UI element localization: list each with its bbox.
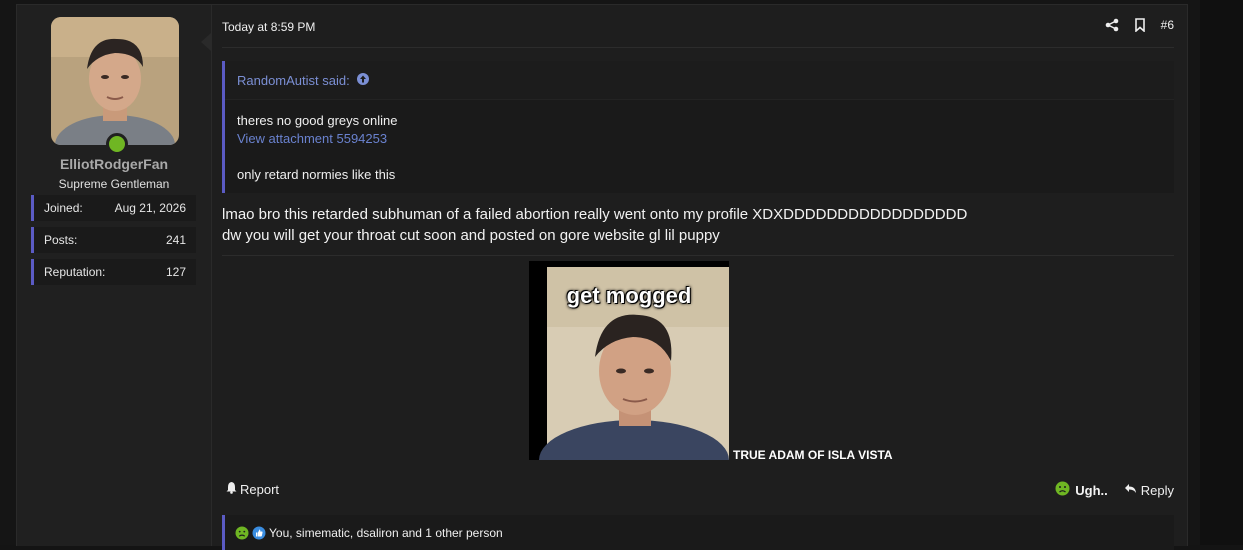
post-footer-actions: Report Ugh.. Reply [222,481,1174,501]
body-line: lmao bro this retarded subhuman of a fai… [222,206,968,223]
thumbs-up-icon [252,526,266,540]
report-button[interactable]: Report [225,481,279,497]
quote-author[interactable]: RandomAutist said: [237,73,350,88]
message-pointer [201,33,211,51]
reply-arrow-icon [1124,482,1137,498]
quote-header[interactable]: RandomAutist said: [225,61,1174,100]
avatar[interactable] [51,17,179,145]
post-body: lmao bro this retarded subhuman of a fai… [222,204,967,246]
stat-label: Reputation: [44,265,106,279]
forum-post: ElliotRodgerFan Supreme Gentleman Joined… [16,4,1188,550]
post-timestamp[interactable]: Today at 8:59 PM [222,20,315,34]
stat-posts: Posts: 241 [31,227,196,253]
sick-face-icon [1055,481,1070,499]
avatar-photo [51,17,179,145]
reply-label: Reply [1140,482,1174,498]
online-status-indicator [106,133,128,155]
bookmark-icon[interactable] [1133,18,1147,33]
quote-line: only retard normies like this [237,167,396,182]
post-reaction-actions: Ugh.. Reply [1055,481,1174,499]
quote-body: theres no good greys online View attachm… [225,100,1174,184]
share-icon[interactable] [1105,18,1119,32]
bell-icon [225,481,238,497]
reactions-summary-text[interactable]: You, simematic, dsaliron and 1 other per… [269,526,503,540]
stat-label: Posts: [44,233,78,247]
user-info-column: ElliotRodgerFan Supreme Gentleman Joined… [17,5,212,546]
stat-value: Aug 21, 2026 [114,201,186,215]
image-trailing-text: TRUE ADAM OF ISLA VISTA [733,448,893,462]
stat-label: Joined: [44,201,83,215]
report-label: Report [240,481,280,497]
sick-face-icon [235,526,249,540]
scrollbar-gutter [1200,0,1243,545]
reaction-button[interactable]: Ugh.. [1055,481,1108,499]
reply-button[interactable]: Reply [1124,482,1174,498]
post-number-link[interactable]: #6 [1161,18,1174,32]
body-line: dw you will get your throat cut soon and… [222,227,720,244]
post-header-actions: #6 [1105,18,1174,33]
post-content: Today at 8:59 PM #6 RandomAutist said: t… [222,5,1174,550]
embedded-image[interactable]: get mogged [529,261,729,460]
divider [222,47,1174,48]
meme-caption: get mogged [566,283,692,308]
attachment-link[interactable]: View attachment 5594253 [237,130,1162,148]
reaction-label: Ugh.. [1075,482,1108,498]
username[interactable]: ElliotRodgerFan [17,156,211,172]
user-title: Supreme Gentleman [58,177,170,191]
stat-joined: Joined: Aug 21, 2026 [31,195,196,221]
jump-up-icon[interactable] [356,72,370,89]
quote-block: RandomAutist said: theres no good greys … [222,61,1174,193]
stat-value: 241 [165,233,186,247]
quote-line: theres no good greys online [237,113,398,128]
stat-value: 127 [165,265,186,279]
stat-reputation: Reputation: 127 [31,259,196,285]
divider [222,255,1174,256]
